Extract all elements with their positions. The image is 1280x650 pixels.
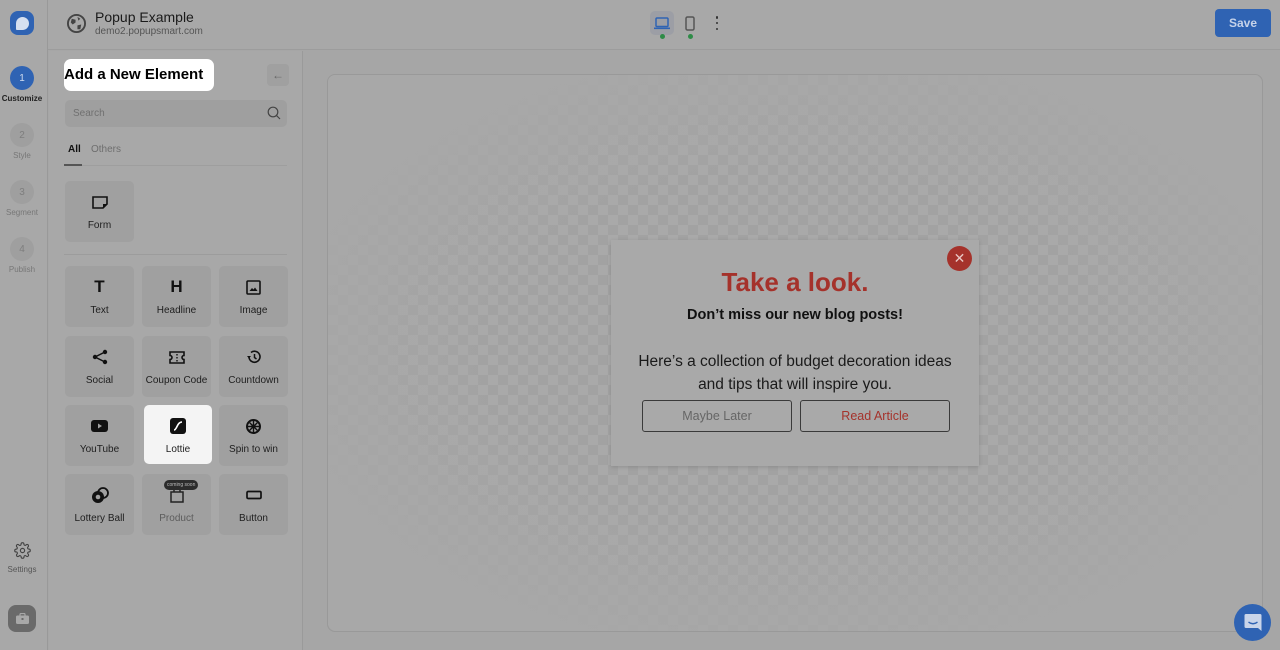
site-title: Popup Example [95, 9, 194, 25]
element-tile-form[interactable]: Form [65, 181, 134, 242]
settings-button[interactable]: Settings [0, 542, 44, 574]
lottie-icon [170, 418, 186, 434]
coming-soon-badge: coming soon [164, 480, 199, 490]
lottery-ball-icon [91, 486, 109, 503]
element-tile-social[interactable]: Social [65, 336, 134, 397]
desktop-status-dot [660, 34, 665, 39]
element-tile-spin-to-win[interactable]: Spin to win [219, 405, 288, 466]
add-element-panel: Add a New Element ← All Others Form T Te… [49, 51, 303, 650]
share-icon [92, 349, 107, 365]
popup-preview[interactable]: ✕ Take a look. Don’t miss our new blog p… [611, 240, 979, 466]
tile-label: Product [159, 513, 194, 524]
step-number: 3 [10, 180, 34, 204]
panel-title: Add a New Element [64, 59, 214, 91]
mobile-icon [685, 15, 695, 31]
form-icon [91, 195, 108, 209]
step-customize[interactable]: 1 Customize [0, 66, 44, 103]
element-tile-coupon-code[interactable]: Coupon Code [142, 336, 211, 397]
read-article-button[interactable]: Read Article [800, 400, 950, 432]
popup-body-text[interactable]: Here’s a collection of budget decoration… [631, 350, 959, 396]
laptop-icon [654, 16, 670, 29]
element-tile-text[interactable]: T Text [65, 266, 134, 327]
element-tile-countdown[interactable]: Countdown [219, 336, 288, 397]
site-url: demo2.popupsmart.com [95, 26, 203, 37]
popupsmart-logo[interactable] [10, 11, 34, 35]
youtube-icon [91, 420, 108, 432]
mobile-status-dot [688, 34, 693, 39]
step-number: 1 [10, 66, 34, 90]
step-label: Publish [8, 265, 36, 274]
popup-subtitle[interactable]: Don’t miss our new blog posts! [611, 307, 979, 323]
active-tab-indicator [64, 164, 82, 166]
step-label: Style [13, 151, 31, 160]
button-icon [245, 490, 262, 500]
tile-label: Lottie [165, 444, 191, 455]
tile-label: YouTube [79, 444, 120, 455]
element-tile-button[interactable]: Button [219, 474, 288, 535]
tile-label: Countdown [228, 375, 279, 386]
close-icon: ✕ [953, 250, 966, 266]
search-icon [267, 106, 281, 120]
step-label: Customize [1, 94, 43, 103]
tile-label: Spin to win [229, 444, 278, 455]
chat-icon [1244, 614, 1261, 631]
maybe-later-button[interactable]: Maybe Later [642, 400, 792, 432]
element-tabs: All Others [64, 142, 287, 166]
tile-label: Lottery Ball [74, 513, 125, 524]
mobile-view-button[interactable] [678, 11, 702, 35]
search-input[interactable] [65, 100, 287, 127]
arrow-left-icon: ← [272, 68, 284, 82]
step-segment[interactable]: 3 Segment [0, 180, 44, 217]
globe-icon [67, 14, 86, 33]
gear-icon [13, 542, 31, 559]
step-number: 4 [10, 237, 34, 261]
settings-label: Settings [7, 565, 37, 574]
image-icon [246, 279, 261, 295]
more-options-button[interactable] [712, 15, 722, 31]
step-label: Segment [5, 208, 39, 217]
tile-label: Button [239, 513, 268, 524]
popup-title[interactable]: Take a look. [611, 267, 979, 298]
left-rail: 1 Customize 2 Style 3 Segment 4 Publish … [0, 0, 48, 650]
briefcase-icon [15, 613, 29, 624]
history-icon [246, 350, 261, 363]
tile-label: Text [90, 305, 109, 316]
tile-label: Image [239, 305, 268, 316]
briefcase-button[interactable] [8, 605, 36, 632]
element-tile-product: coming soon Product [142, 474, 211, 535]
element-tile-youtube[interactable]: YouTube [65, 405, 134, 466]
tile-label: Form [87, 220, 112, 231]
element-tile-headline[interactable]: H Headline [142, 266, 211, 327]
element-tile-lottie[interactable]: Lottie [144, 405, 212, 464]
tile-label: Headline [156, 305, 197, 316]
desktop-view-button[interactable] [650, 11, 674, 35]
tile-label: Coupon Code [145, 375, 208, 386]
ticket-icon [168, 350, 185, 364]
top-bar: Popup Example demo2.popupsmart.com Save [48, 0, 1280, 50]
step-style[interactable]: 2 Style [0, 123, 44, 160]
tab-all[interactable]: All [68, 144, 81, 155]
step-number: 2 [10, 123, 34, 147]
chat-widget-button[interactable] [1234, 604, 1271, 641]
tile-label: Social [85, 375, 114, 386]
tab-others[interactable]: Others [91, 144, 121, 155]
step-publish[interactable]: 4 Publish [0, 237, 44, 274]
more-icon [715, 16, 719, 19]
element-tile-lottery-ball[interactable]: Lottery Ball [65, 474, 134, 535]
save-button[interactable]: Save [1215, 9, 1271, 37]
wheel-icon [246, 418, 261, 434]
collapse-panel-button[interactable]: ← [267, 64, 289, 86]
section-divider [64, 254, 287, 255]
text-icon: T [94, 277, 105, 296]
element-tile-image[interactable]: Image [219, 266, 288, 327]
headline-icon: H [170, 277, 183, 296]
